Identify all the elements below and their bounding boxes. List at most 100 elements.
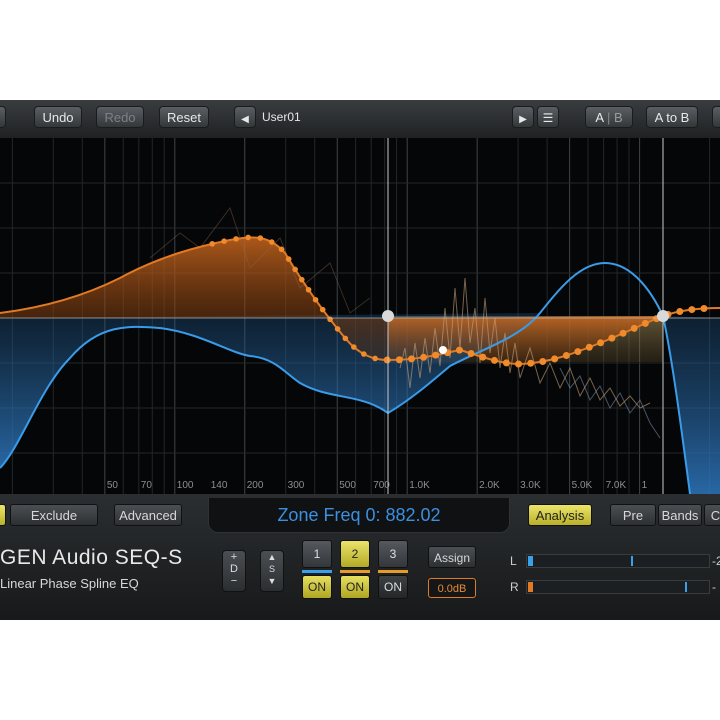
orange-control-point[interactable] [233,236,239,242]
assign-button[interactable]: Assign [428,546,476,568]
meter-l-value: -2 [712,554,720,568]
undo-button[interactable]: Undo [34,106,82,128]
orange-control-point[interactable] [502,359,510,367]
eq-graph-svg: 50 70 100 140 200 300 500 700 1.0K 2.0K 3.0K 5.0K 7.… [0,138,720,494]
orange-control-point[interactable] [395,356,403,364]
orange-control-point[interactable] [268,239,275,245]
orange-control-point[interactable] [420,353,428,361]
meter-l-peak [631,556,633,566]
analysis-button[interactable]: Analysis [528,504,592,526]
orange-control-point[interactable] [319,306,326,313]
band-1-on-button[interactable]: ON [302,575,332,599]
band-3: 3 ON [378,540,408,599]
orange-control-point[interactable] [479,353,487,361]
orange-control-point[interactable] [342,335,349,342]
zone-readout-panel: Zone Freq 0: 882.02 [208,498,510,533]
product-subtitle: Linear Phase Spline EQ [0,576,139,591]
orange-control-point[interactable] [700,304,708,312]
orange-control-point[interactable] [551,355,559,363]
meter-l-fill [528,556,533,566]
co-button[interactable]: Co [704,504,720,526]
orange-control-point[interactable] [490,356,498,364]
orange-control-point[interactable] [527,359,535,367]
orange-control-point[interactable] [574,348,582,356]
orange-control-point[interactable] [630,324,638,332]
freq-tick-label: 1 [642,480,648,491]
bands-button[interactable]: Bands [658,504,702,526]
orange-control-point[interactable] [327,316,333,323]
orange-control-point[interactable] [285,256,292,262]
band-1: 1 ON [302,540,332,599]
freq-tick-label: 300 [288,480,305,491]
advanced-button[interactable]: Advanced [114,504,182,526]
orange-control-point[interactable] [245,234,251,241]
orange-control-point[interactable] [597,339,605,347]
orange-control-point[interactable] [608,334,616,342]
ab-label-a: A [595,110,604,125]
toolbar-partial-button[interactable] [0,106,6,128]
eq-graph[interactable]: 50 70 100 140 200 300 500 700 1.0K 2.0K 3.0K 5.0K 7.… [0,138,720,494]
product-title: GEN Audio SEQ-S [0,546,183,569]
orange-control-point[interactable] [455,346,463,354]
freq-tick-label: 500 [339,480,356,491]
orange-control-point[interactable] [361,351,367,357]
band-3-select[interactable]: 3 [378,540,408,568]
toolbar-partial-right-button[interactable] [712,106,720,128]
orange-control-point[interactable] [467,349,475,357]
orange-control-point[interactable] [305,286,312,293]
orange-control-point[interactable] [209,241,216,247]
orange-control-point[interactable] [298,276,305,283]
orange-control-point[interactable] [688,306,696,314]
meter-r-peak [685,582,687,592]
preset-name: User01 [262,110,301,124]
freq-tick-label: 5.0K [572,480,593,491]
s-stepper[interactable]: ▲ S ▼ [260,550,284,592]
band-2-select[interactable]: 2 [340,540,370,568]
zone-node-left[interactable] [382,310,394,322]
orange-control-point[interactable] [278,246,285,253]
orange-control-point[interactable] [515,360,523,368]
freq-tick-label: 50 [107,480,119,491]
zone-node-right[interactable] [657,310,669,322]
orange-control-point[interactable] [408,355,416,363]
ab-toggle-button[interactable]: A | B [585,106,633,128]
orange-control-point[interactable] [539,358,547,366]
plus-icon: + [230,551,238,563]
orange-control-point[interactable] [432,351,440,359]
d-label: D [230,563,238,575]
d-stepper[interactable]: + D − [222,550,246,592]
orange-control-point[interactable] [257,235,264,241]
gain-readout[interactable]: 0.0dB [428,578,476,598]
orange-control-point[interactable] [221,238,227,245]
orange-control-point[interactable] [383,356,391,364]
a-to-b-button[interactable]: A to B [646,106,698,128]
band-2: 2 ON [340,540,370,599]
band-3-color [378,570,408,573]
redo-button[interactable]: Redo [96,106,144,128]
band-1-select[interactable]: 1 [302,540,332,568]
orange-control-point[interactable] [619,329,627,337]
preset-menu-button[interactable]: ☰ [537,106,559,128]
band-2-on-button[interactable]: ON [340,575,370,599]
preset-next-button[interactable]: ▶ [512,106,534,128]
orange-control-point[interactable] [562,352,570,360]
preset-prev-button[interactable]: ◀ [234,106,256,128]
exclude-button[interactable]: Exclude [10,504,98,526]
reset-button[interactable]: Reset [159,106,209,128]
freq-tick-label: 2.0K [479,480,500,491]
ab-divider: | [606,110,614,125]
orange-control-point[interactable] [351,344,357,350]
orange-control-point[interactable] [334,326,341,332]
zone-frequency-readout: Zone Freq 0: 882.02 [277,505,441,525]
orange-control-point[interactable] [292,266,298,273]
pre-button[interactable]: Pre [610,504,656,526]
orange-control-point[interactable] [641,319,649,327]
band-3-on-button[interactable]: ON [378,575,408,599]
orange-control-point[interactable] [312,296,319,303]
selected-node[interactable] [439,346,447,354]
orange-control-point[interactable] [585,343,593,351]
blue-band-fill-right [663,316,720,494]
left-edge-toggle[interactable] [0,504,6,526]
orange-control-point[interactable] [372,355,378,362]
orange-control-point[interactable] [676,307,684,315]
